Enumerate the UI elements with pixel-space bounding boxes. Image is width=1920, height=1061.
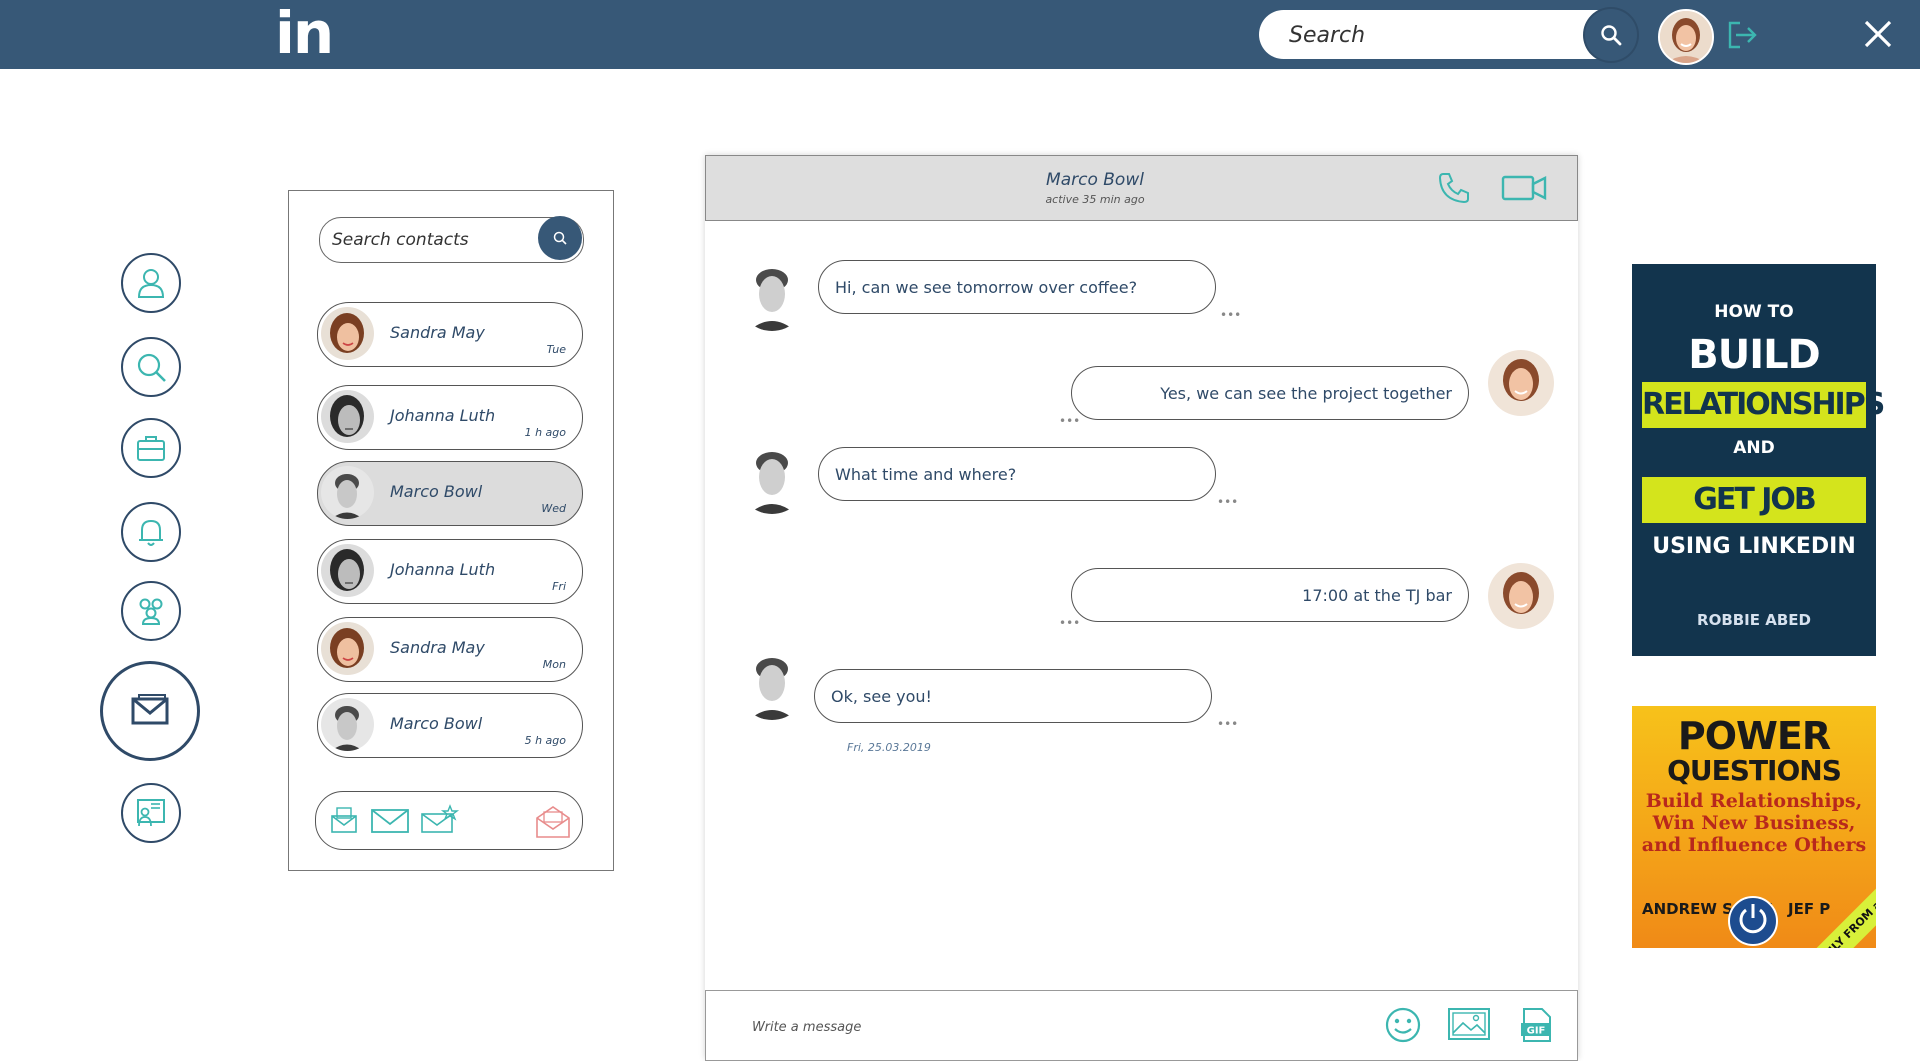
envelope-icon[interactable] [370, 804, 410, 840]
ad-line: USING LINKEDIN [1652, 534, 1856, 559]
mail-icon [131, 694, 169, 725]
open-mail-icon[interactable] [534, 804, 572, 844]
inbox-icon[interactable] [328, 804, 360, 840]
message-bubble-incoming: What time and where? [818, 447, 1216, 501]
message-options-icon[interactable]: ••• [1217, 496, 1238, 508]
phone-icon[interactable] [1437, 171, 1471, 205]
contact-time: 5 h ago [524, 734, 566, 747]
briefcase-icon [137, 436, 165, 461]
logout-icon[interactable] [1726, 19, 1758, 51]
message-input[interactable] [750, 1013, 1354, 1041]
ad-title: QUESTIONS [1667, 754, 1842, 787]
message-options-icon[interactable]: ••• [1059, 415, 1080, 427]
ad-line: AND [1733, 438, 1775, 458]
contact-item[interactable]: Sandra May Tue [317, 302, 583, 367]
book-ad-power-questions[interactable]: POWER QUESTIONS Build Relationships, Win… [1632, 706, 1876, 948]
user-avatar[interactable] [1658, 9, 1714, 65]
message-bubble-outgoing: Yes, we can see the project together [1071, 366, 1469, 420]
user-icon [137, 269, 165, 298]
video-camera-icon[interactable] [1501, 173, 1547, 203]
chat-status: active 35 min ago [1045, 193, 1145, 206]
nav-learning[interactable] [121, 783, 181, 843]
search-icon [137, 353, 166, 382]
book-ad-linkedin[interactable]: HOW TO BUILD RELATIONSHIPS AND GET JOB O… [1632, 264, 1885, 656]
contact-name: Marco Bowl [390, 482, 483, 501]
avatar [321, 390, 374, 443]
chat-contact-name: Marco Bowl [1046, 170, 1144, 190]
global-search [1259, 10, 1638, 59]
ad-subtitle: Build Relationships, Win New Business, a… [1641, 790, 1867, 856]
avatar [321, 544, 374, 597]
group-icon [139, 598, 163, 625]
contact-name: Johanna Luth [390, 560, 496, 579]
chat-panel: Marco Bowl active 35 min ago Hi, can we … [705, 155, 1578, 1061]
starred-mail-icon[interactable] [420, 804, 460, 840]
contact-name: Sandra May [390, 323, 485, 342]
global-search-input[interactable] [1287, 18, 1581, 52]
bell-icon [139, 519, 163, 546]
nav-profile[interactable] [121, 253, 181, 313]
top-bar: in [0, 0, 1920, 69]
message-bubble-outgoing: 17:00 at the TJ bar [1071, 568, 1469, 622]
ad-highlight: RELATIONSHIPS [1642, 382, 1885, 428]
close-icon[interactable] [1863, 19, 1893, 49]
ad-author: JEF P [1788, 900, 1831, 918]
search-icon [553, 231, 567, 245]
avatar [321, 466, 374, 519]
message-options-icon[interactable]: ••• [1217, 718, 1238, 730]
linkedin-logo[interactable]: in [275, 2, 334, 64]
contact-avatar [737, 259, 807, 331]
contact-search-button[interactable] [538, 216, 582, 260]
nav-search[interactable] [121, 337, 181, 397]
nav-jobs[interactable] [121, 418, 181, 478]
avatar [321, 698, 374, 751]
contact-item[interactable]: Sandra May Mon [317, 617, 583, 682]
avatar [321, 622, 374, 675]
contact-time: Mon [542, 658, 566, 671]
emoji-icon[interactable] [1384, 1006, 1422, 1048]
ad-author: ROBBIE ABED [1697, 611, 1811, 629]
contact-time: Wed [541, 502, 566, 515]
contact-avatar [737, 442, 807, 514]
nav-messages[interactable] [100, 661, 200, 761]
svg-text:GIF: GIF [1527, 1026, 1546, 1037]
contact-avatar [737, 648, 807, 720]
my-avatar [1488, 563, 1554, 629]
message-bubble-incoming: Hi, can we see tomorrow over coffee? [818, 260, 1216, 314]
message-options-icon[interactable]: ••• [1059, 617, 1080, 629]
contact-item[interactable]: Johanna Luth Fri [317, 539, 583, 604]
image-icon[interactable] [1447, 1006, 1491, 1046]
gif-icon[interactable]: GIF [1520, 1006, 1554, 1048]
search-icon [1601, 25, 1622, 46]
chat-header: Marco Bowl active 35 min ago [705, 155, 1578, 221]
ad-line: HOW TO [1714, 302, 1794, 322]
message-date: Fri, 25.03.2019 [847, 741, 931, 754]
ad-title: POWER [1677, 714, 1831, 758]
message-bubble-incoming: Ok, see you! [814, 669, 1212, 723]
contact-time: 1 h ago [524, 426, 566, 439]
avatar [321, 307, 374, 360]
mail-actions-bar [315, 791, 583, 850]
nav-notifications[interactable] [121, 502, 181, 562]
user-photo [1660, 11, 1712, 63]
contact-name: Sandra May [390, 638, 485, 657]
global-search-button[interactable] [1585, 9, 1637, 61]
power-icon [1728, 896, 1778, 946]
contact-item-selected[interactable]: Marco Bowl Wed [317, 461, 583, 526]
nav-network[interactable] [121, 581, 181, 641]
teacher-icon [137, 799, 165, 827]
contact-name: Johanna Luth [390, 406, 496, 425]
contact-search-input[interactable] [330, 226, 534, 254]
ad-highlight: GET JOB OFFERS [1642, 477, 1866, 563]
message-options-icon[interactable]: ••• [1220, 309, 1241, 321]
contact-item[interactable]: Marco Bowl 5 h ago [317, 693, 583, 758]
message-composer: GIF [705, 990, 1578, 1061]
my-avatar [1488, 350, 1554, 416]
contact-time: Fri [552, 580, 566, 593]
ad-line: BUILD [1688, 332, 1821, 378]
contact-item[interactable]: Johanna Luth 1 h ago [317, 385, 583, 450]
contact-name: Marco Bowl [390, 714, 483, 733]
contact-time: Tue [546, 343, 566, 356]
contacts-panel: Sandra May Tue Johanna Luth 1 h ago Marc… [288, 190, 614, 871]
